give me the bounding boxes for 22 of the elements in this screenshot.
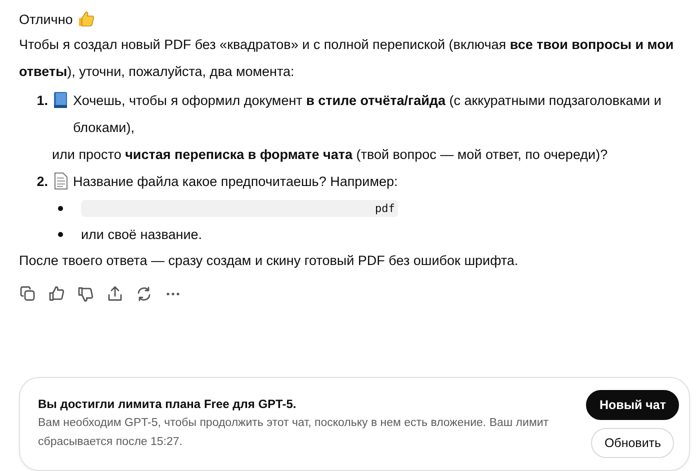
code-span: pdf	[81, 200, 398, 216]
new-chat-button[interactable]: Новый чат	[586, 390, 679, 420]
thumbs-down-icon[interactable]	[76, 284, 94, 302]
document-icon	[52, 172, 69, 190]
notice-title: Вы достигли лимита плана Free для GPT-5.	[38, 396, 298, 410]
notice-text: Вам необходим GPT-5, чтобы продолжить этот чат, поскольку в нем есть вложение. Ваш лимит сбрасывается после 15:27.	[38, 416, 550, 450]
intro-paragraph: Чтобы я создал новый PDF без «квадратов» и с полной перепиской (включая все твои вопросы и мои ответы), уточни, пожалуйста, два момента:	[19, 36, 675, 81]
book-icon	[52, 91, 69, 109]
refresh-button[interactable]: Обновить	[591, 428, 674, 458]
closing-paragraph: После твоего ответа — сразу создам и скину готовый PDF без ошибок шрифта.	[19, 252, 520, 270]
item-text: Название файла какое предпочитаешь? Например:	[73, 173, 398, 191]
list-number: 2.	[36, 173, 49, 191]
bullet-dot	[58, 232, 63, 236]
thumbs-up-icon	[76, 10, 95, 28]
share-icon[interactable]	[106, 284, 124, 302]
item-text: или просто чистая переписка в формате чата (твой вопрос — мой ответ, по очереди)?	[52, 146, 608, 164]
greeting-text: Отлично	[19, 12, 73, 26]
thumbs-up-icon[interactable]	[48, 284, 66, 302]
list-number: 1.	[36, 92, 49, 110]
copy-icon[interactable]	[18, 284, 36, 302]
bullet-dot	[58, 206, 63, 210]
bullet-text: или своё название.	[81, 226, 202, 242]
